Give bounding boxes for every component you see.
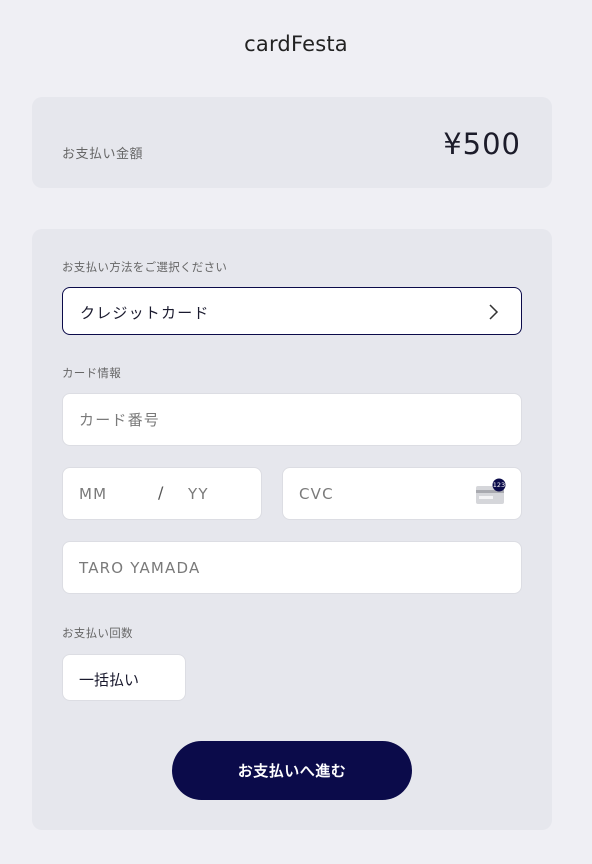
cardholder-name-input[interactable] [79,542,499,593]
cvc-badge-text: 123 [493,481,505,489]
expiry-month-input[interactable] [79,468,149,519]
cardholder-name-field [62,541,522,594]
card-info-label: カード情報 [62,366,121,380]
card-cvc-icon: 123 [476,478,506,504]
expiry-separator: / [158,483,164,502]
amount-summary-card: お支払い金額 ¥500 [32,97,552,188]
payment-method-select[interactable]: クレジットカード [62,287,522,335]
installments-value: 一括払い [79,671,140,689]
expiry-year-input[interactable] [188,468,248,519]
payment-form-card: お支払い方法をご選択ください クレジットカード カード情報 / 123 [32,229,552,830]
installments-select[interactable]: 一括払い [62,654,186,701]
brand-title: cardFesta [244,32,348,56]
payment-method-value: クレジットカード [80,304,210,322]
amount-label: お支払い金額 [62,147,144,162]
installments-label: お支払い回数 [62,626,133,640]
proceed-to-payment-button[interactable]: お支払いへ進む [172,741,412,800]
cvc-input[interactable] [299,468,459,519]
checkout-page: cardFesta お支払い金額 ¥500 お支払い方法をご選択ください クレジ… [0,0,592,864]
cvc-field: 123 [282,467,522,520]
card-number-input[interactable] [79,394,499,445]
card-number-field [62,393,522,446]
payment-method-label: お支払い方法をご選択ください [62,260,228,274]
chevron-right-icon [489,304,499,320]
expiry-field: / [62,467,262,520]
amount-value: ¥500 [443,127,521,161]
